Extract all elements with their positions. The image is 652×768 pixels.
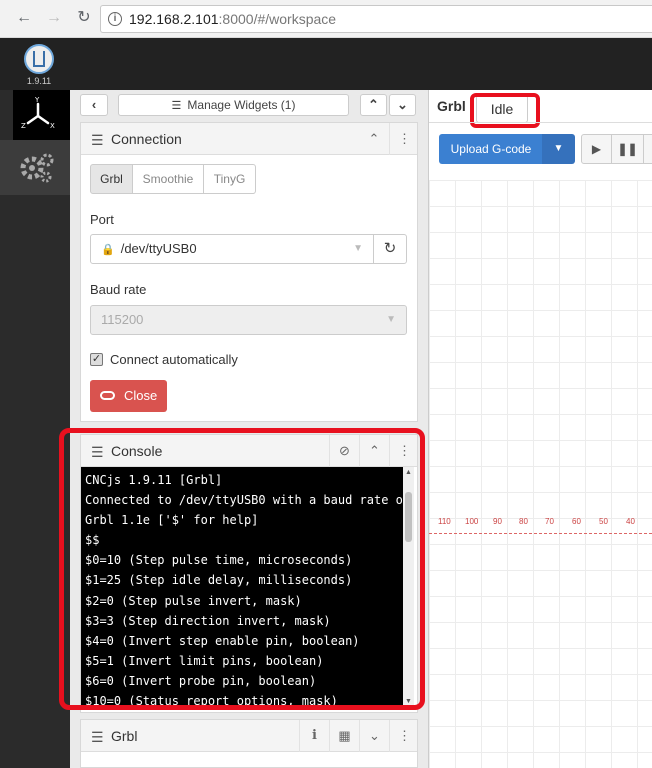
ruler-tick: 90 (493, 517, 502, 526)
ruler-tick: 110 (438, 517, 451, 526)
drag-handle-icon[interactable]: ☰ (91, 729, 104, 746)
upload-gcode-button[interactable]: Upload G-code (439, 134, 543, 164)
lock-icon: 🔒 (101, 244, 115, 256)
info-icon[interactable]: i (299, 720, 329, 752)
connection-title: Connection (111, 131, 182, 147)
auto-connect-checkbox[interactable]: ✓ (90, 353, 103, 366)
chevron-up-icon[interactable]: ⌃ (360, 94, 387, 116)
grbl-widget-header: ☰ Grbl i ▦ ⌄ ⋮ (81, 720, 417, 752)
settings-nav-item[interactable] (0, 140, 70, 195)
close-connection-button[interactable]: Close (90, 380, 167, 412)
back-arrow-icon[interactable]: ← (14, 8, 34, 28)
app-header (0, 38, 652, 90)
list-icon: ☰ (171, 100, 182, 112)
visualizer-grid[interactable] (429, 180, 652, 768)
baud-rate-label: Baud rate (90, 282, 147, 297)
caret-down-icon: ▼ (386, 314, 396, 325)
ruler-tick: 80 (519, 517, 528, 526)
ruler-tick: 70 (545, 517, 554, 526)
controller-tab-grbl[interactable]: Grbl (90, 164, 133, 194)
stop-button[interactable] (643, 134, 652, 164)
app-version: 1.9.11 (26, 76, 52, 86)
toggle-icon (100, 391, 115, 400)
refresh-ports-icon[interactable]: ↻ (373, 234, 407, 264)
ruler-tick: 60 (572, 517, 581, 526)
expand-chevron-icon[interactable]: ⌄ (359, 720, 389, 752)
caret-down-icon: ▼ (353, 243, 363, 254)
axes-icon: Y Z X (21, 96, 55, 130)
grbl-widget-title: Grbl (111, 728, 138, 744)
port-label: Port (90, 212, 114, 227)
forward-arrow-icon[interactable]: → (44, 8, 64, 28)
gears-icon (20, 153, 54, 183)
manage-widgets-button[interactable]: ☰ Manage Widgets (1) (118, 94, 349, 116)
ruler-tick: 40 (626, 517, 635, 526)
more-options-icon[interactable]: ⋮ (389, 123, 419, 155)
address-bar[interactable]: i 192.168.2.101:8000/#/workspace (100, 5, 652, 33)
collapse-chevron-icon[interactable]: ⌃ (359, 123, 389, 155)
pause-icon[interactable]: ❚❚ (611, 134, 644, 164)
port-select[interactable]: 🔒/dev/ttyUSB0 ▼ (90, 234, 374, 264)
more-options-icon[interactable]: ⋮ (389, 720, 419, 752)
controller-tab-smoothie[interactable]: Smoothie (132, 164, 204, 194)
url-path: /#/workspace (253, 11, 337, 27)
controller-type-label: Grbl (437, 98, 466, 114)
connection-widget-header: ☰ Connection ⌃ ⋮ (81, 123, 417, 155)
auto-connect-label: Connect automatically (110, 352, 238, 367)
play-icon[interactable]: ▶ (581, 134, 612, 164)
upload-dropdown-caret-icon[interactable]: ▼ (542, 134, 575, 164)
svg-text:Z: Z (21, 122, 26, 130)
grbl-widget: ☰ Grbl i ▦ ⌄ ⋮ (80, 719, 418, 768)
info-icon[interactable]: i (108, 12, 122, 26)
ruler-tick: 50 (599, 517, 608, 526)
browser-toolbar: ← → ↻ i 192.168.2.101:8000/#/workspace (0, 0, 652, 38)
console-highlight-annotation (59, 428, 425, 710)
url-host: 192.168.2.101 (129, 11, 219, 27)
url-port: :8000 (218, 11, 254, 27)
grid-view-icon[interactable]: ▦ (329, 720, 359, 752)
svg-text:Y: Y (34, 96, 40, 104)
workspace-nav-item[interactable]: Y Z X (13, 90, 70, 140)
baud-rate-select[interactable]: 115200 ▼ (90, 305, 407, 335)
reload-icon[interactable]: ↻ (74, 8, 94, 28)
divider (429, 122, 652, 123)
chevron-down-icon[interactable]: ⌄ (389, 94, 416, 116)
x-axis-line (429, 533, 652, 534)
cncjs-logo[interactable] (24, 44, 54, 74)
ruler-tick: 100 (465, 517, 479, 526)
drag-handle-icon[interactable]: ☰ (91, 132, 104, 149)
svg-text:X: X (50, 122, 55, 130)
controller-tab-tinyg[interactable]: TinyG (203, 164, 256, 194)
collapse-left-button[interactable]: ‹ (80, 94, 108, 116)
